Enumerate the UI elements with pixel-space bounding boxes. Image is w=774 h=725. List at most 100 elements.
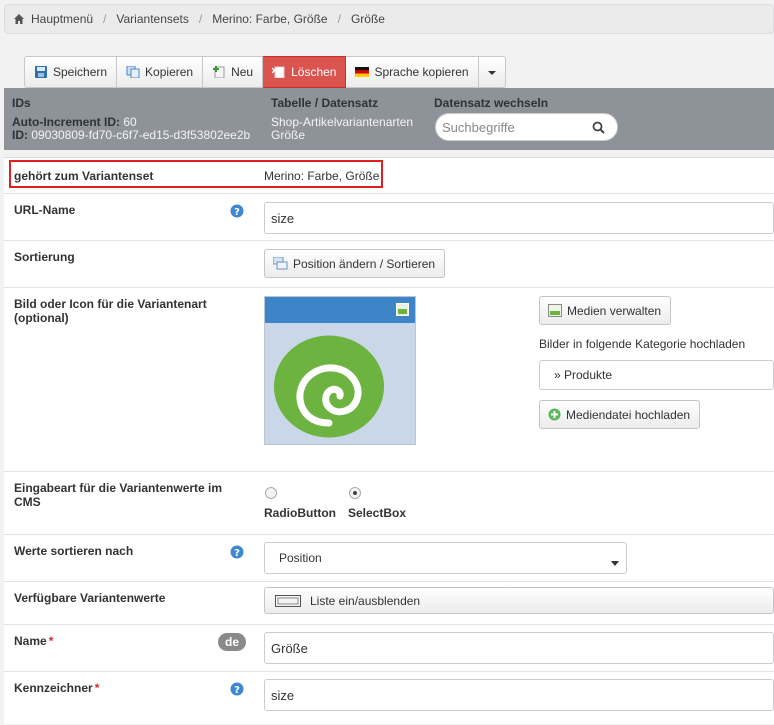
breadcrumb-item-variantsets[interactable]: Variantensets — [116, 12, 189, 26]
url-name-input[interactable]: size — [264, 202, 774, 234]
switch-record-title: Datensatz wechseln — [434, 96, 549, 110]
record-toolbar: Speichern Kopieren Neu Löschen Sprache k… — [24, 56, 506, 88]
chevron-down-icon — [487, 65, 497, 79]
change-position-button[interactable]: Position ändern / Sortieren — [264, 249, 446, 278]
radio-button-option-label: RadioButton — [264, 506, 336, 520]
record-search-input[interactable]: Suchbegriffe — [435, 113, 618, 141]
spiral-logo-icon — [273, 335, 385, 441]
selectbox-option-label: SelectBox — [348, 506, 407, 520]
breadcrumb-item-home[interactable]: Hauptmenü — [31, 12, 93, 26]
language-badge: de — [218, 633, 246, 651]
record-info-band: IDs Auto-Increment ID: 60 ID: 09030809-f… — [4, 88, 774, 150]
copy-language-button[interactable]: Sprache kopieren — [346, 56, 479, 88]
ids-column: IDs Auto-Increment ID: 60 ID: 09030809-f… — [12, 96, 250, 142]
preview-header — [265, 297, 415, 323]
record-id-label: ID: — [12, 128, 28, 142]
selectbox-option[interactable] — [349, 487, 361, 499]
breadcrumb: Hauptmenü / Variantensets / Merino: Farb… — [4, 4, 774, 34]
help-icon[interactable]: ? — [230, 682, 244, 696]
save-button-label: Speichern — [53, 65, 108, 79]
image-icon — [548, 304, 562, 317]
belongs-label: gehört zum Variantenset — [14, 169, 154, 183]
available-values-label: Verfügbare Variantenwerte — [14, 591, 166, 605]
table-column: Tabelle / Datensatz Shop-Artikelvariante… — [271, 96, 413, 142]
svg-text:?: ? — [234, 207, 240, 218]
svg-text:?: ? — [234, 685, 240, 696]
breadcrumb-item-variantset[interactable]: Merino: Farbe, Größe — [212, 12, 327, 26]
name-label-text: Name — [14, 634, 47, 648]
upload-category-text: Bilder in folgende Kategorie hochladen — [539, 337, 746, 351]
name-label: Name * — [14, 634, 53, 648]
record-id-line: ID: 09030809-fd70-c6f7-ed15-d3f53802ee2b — [12, 129, 250, 142]
name-value: Größe — [271, 640, 308, 656]
help-icon[interactable]: ? — [230, 204, 244, 218]
change-position-label: Position ändern / Sortieren — [293, 256, 436, 271]
manage-media-button[interactable]: Medien verwalten — [539, 296, 672, 325]
new-document-icon — [212, 66, 226, 79]
image-label: Bild oder Icon für die Variantenart (opt… — [14, 297, 207, 325]
upload-media-label: Mediendatei hochladen — [566, 407, 691, 422]
home-icon[interactable] — [13, 13, 25, 25]
list-sort-icon — [273, 257, 288, 270]
delete-button[interactable]: Löschen — [263, 56, 347, 88]
record-id-value: 09030809-fd70-c6f7-ed15-d3f53802ee2b — [31, 128, 251, 142]
upload-media-button[interactable]: Mediendatei hochladen — [539, 400, 701, 429]
toggle-list-label: Liste ein/ausblenden — [310, 593, 421, 608]
row-sort-values: Werte sortieren nach ? Position — [4, 535, 774, 582]
row-available-values: Verfügbare Variantenwerte Liste ein/ausb… — [4, 582, 774, 625]
breadcrumb-item-current[interactable]: Größe — [351, 12, 385, 26]
row-url-name: URL-Name ? size — [4, 194, 774, 241]
identifier-input[interactable]: size — [264, 679, 774, 711]
copy-button-label: Kopieren — [145, 65, 194, 79]
image-preview[interactable] — [264, 296, 416, 445]
breadcrumb-separator: / — [337, 12, 341, 26]
row-belongs-to: gehört zum Variantenset Merino: Farbe, G… — [4, 158, 774, 194]
more-actions-dropdown[interactable] — [478, 56, 506, 88]
upload-category-select[interactable]: » Produkte — [539, 360, 774, 390]
svg-text:?: ? — [234, 548, 240, 559]
sort-values-select[interactable]: Position — [264, 542, 627, 574]
breadcrumb-separator: / — [198, 12, 203, 26]
edit-form: gehört zum Variantenset Merino: Farbe, G… — [4, 157, 774, 724]
toggle-list-button[interactable]: Liste ein/ausblenden — [264, 587, 774, 614]
belongs-value: Merino: Farbe, Größe — [264, 169, 380, 183]
row-input-type: Eingabeart für die Variantenwerte im CMS… — [4, 472, 774, 535]
help-icon[interactable]: ? — [230, 545, 244, 559]
row-identifier: Kennzeichner * ? size — [4, 672, 774, 725]
image-icon[interactable] — [396, 303, 409, 319]
url-name-value: size — [271, 210, 295, 226]
name-input[interactable]: Größe — [264, 632, 774, 664]
auto-increment-value: 60 — [123, 115, 137, 129]
german-flag-icon — [355, 66, 370, 78]
copy-icon — [126, 65, 140, 79]
plus-circle-icon — [548, 408, 561, 421]
input-type-label: Eingabeart für die Variantenwerte im CMS — [14, 481, 223, 509]
row-sort: Sortierung Position ändern / Sortieren — [4, 241, 774, 288]
required-marker: * — [48, 634, 54, 648]
new-button-label: Neu — [231, 65, 254, 79]
save-button[interactable]: Speichern — [24, 56, 118, 88]
record-name: Größe — [271, 128, 306, 142]
sort-values-value: Position — [279, 551, 322, 565]
table-title: Tabelle / Datensatz — [271, 96, 379, 110]
upload-category-value: » Produkte — [554, 368, 613, 382]
delete-button-label: Löschen — [291, 65, 337, 79]
radio-button-option[interactable] — [265, 487, 277, 499]
delete-document-icon — [271, 66, 286, 79]
identifier-value: size — [271, 687, 295, 703]
ids-title: IDs — [12, 96, 31, 110]
row-name: Name * de Größe — [4, 625, 774, 672]
chevron-down-icon — [611, 555, 619, 569]
manage-media-label: Medien verwalten — [567, 303, 662, 318]
identifier-label-text: Kennzeichner — [14, 681, 93, 695]
required-marker: * — [94, 681, 100, 695]
breadcrumb-separator: / — [103, 12, 107, 26]
url-name-label: URL-Name — [14, 203, 76, 217]
floppy-disk-icon — [34, 66, 48, 78]
search-icon[interactable] — [592, 121, 605, 137]
sort-label: Sortierung — [14, 250, 75, 264]
copy-language-button-label: Sprache kopieren — [374, 65, 469, 79]
copy-button[interactable]: Kopieren — [117, 56, 204, 88]
new-button[interactable]: Neu — [203, 56, 264, 88]
search-placeholder: Suchbegriffe — [442, 119, 515, 135]
